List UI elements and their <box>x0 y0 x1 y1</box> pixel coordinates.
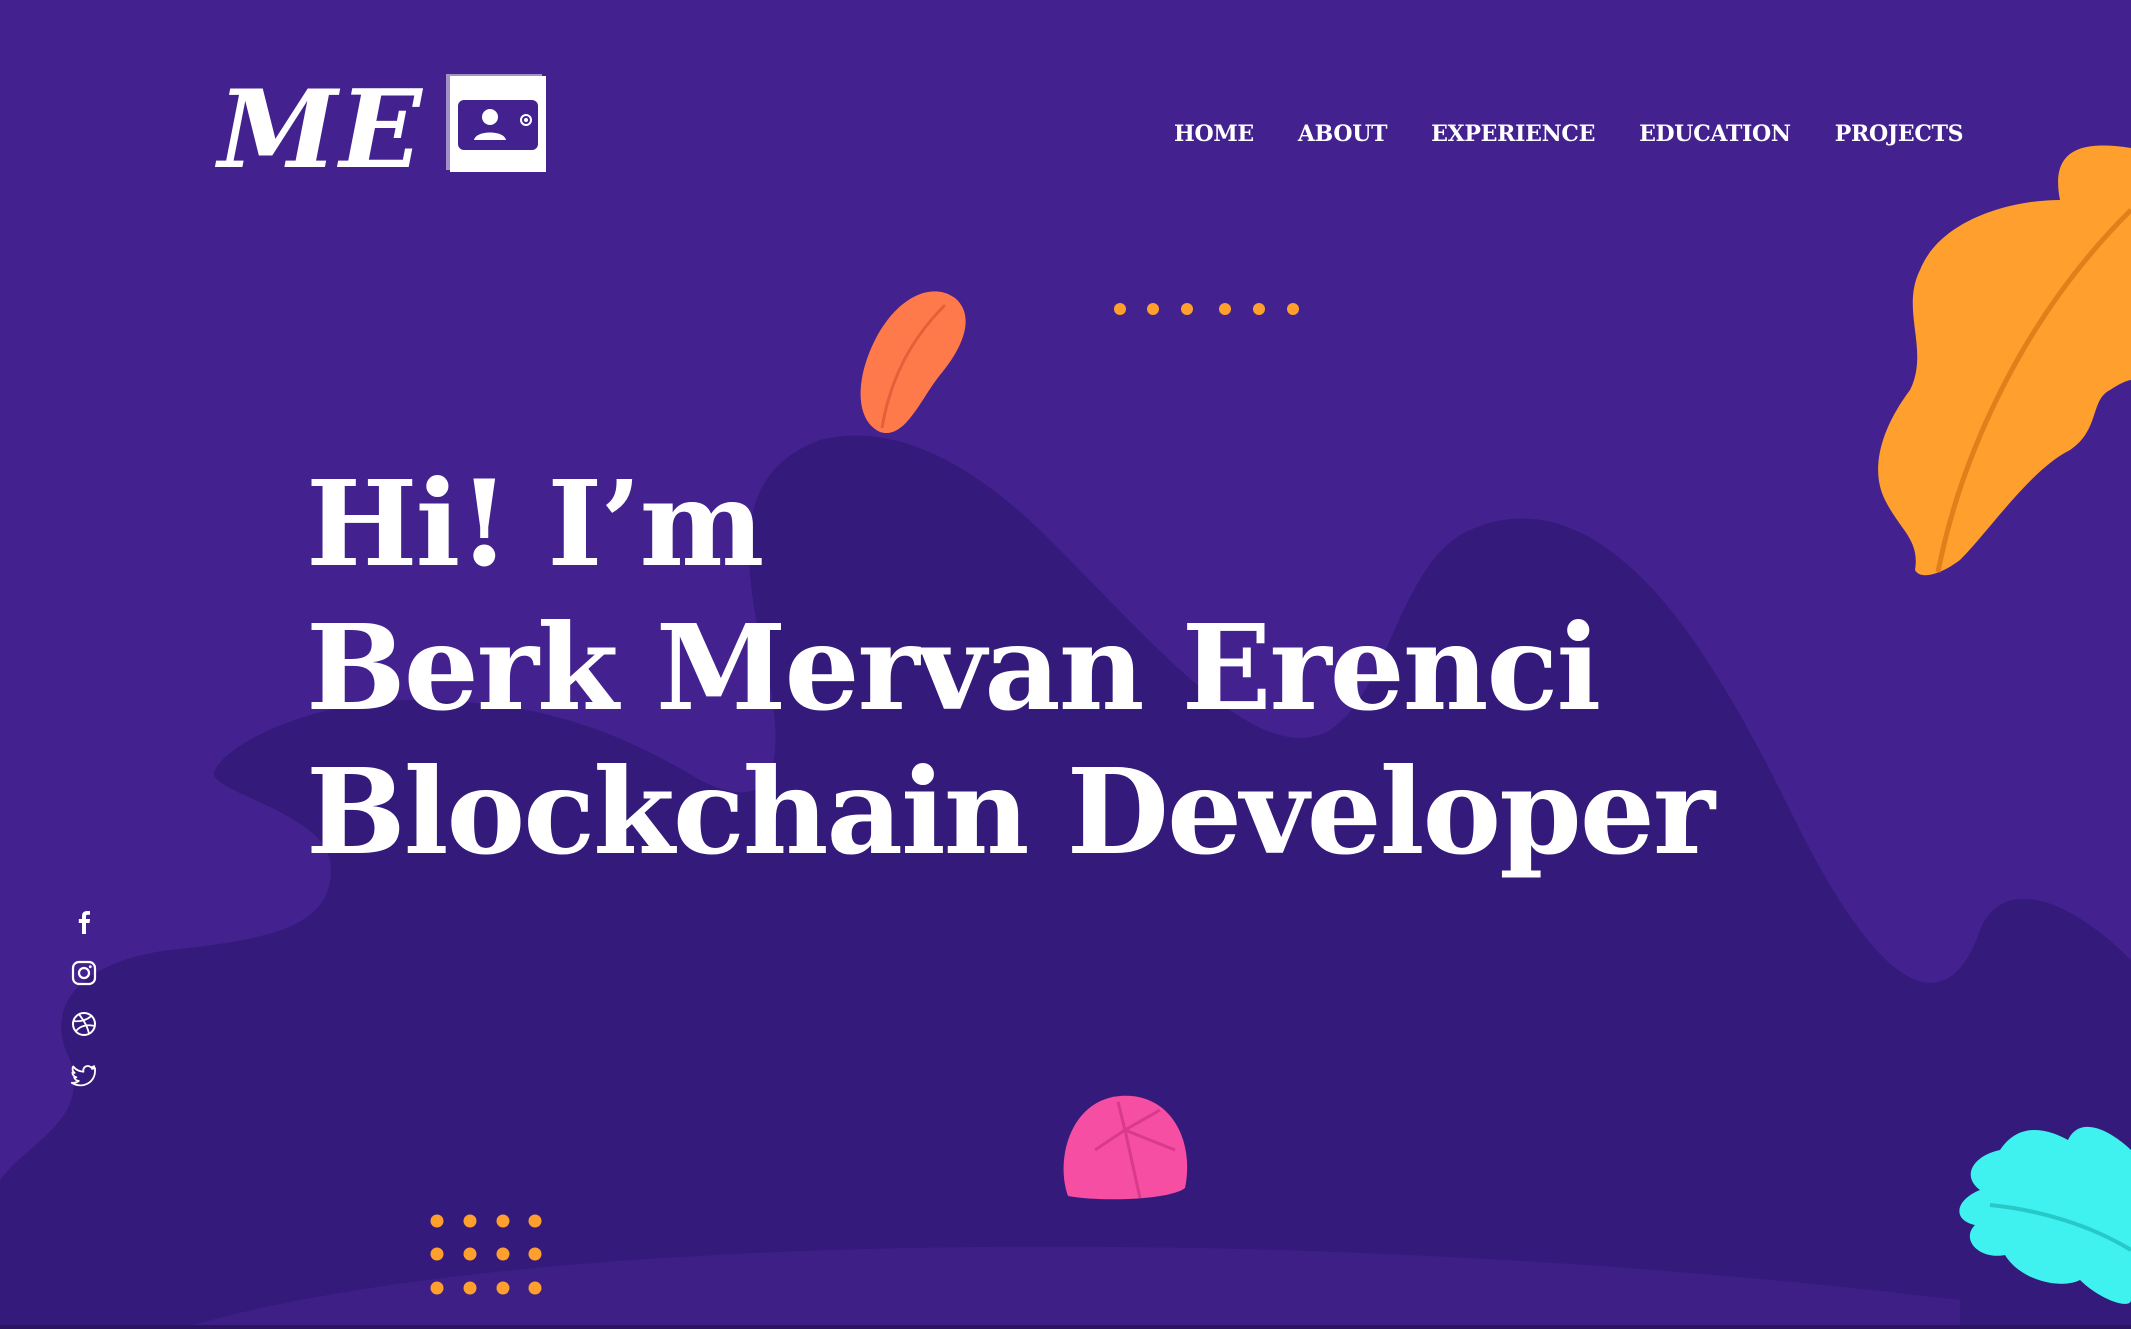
instagram-icon[interactable] <box>70 959 98 987</box>
facebook-icon[interactable] <box>70 908 98 936</box>
nav-about[interactable]: ABOUT <box>1298 118 1388 150</box>
twitter-icon[interactable] <box>70 1061 98 1089</box>
hero-role: Blockchain Developer <box>306 742 1715 881</box>
hero-greeting: Hi! I’m <box>306 454 764 593</box>
logo[interactable]: ME <box>218 67 546 193</box>
orange-leaf <box>1878 145 2131 576</box>
nav-projects[interactable]: PROJECTS <box>1835 118 1964 150</box>
nav-education[interactable]: EDUCATION <box>1639 118 1791 150</box>
nav-home[interactable]: HOME <box>1174 118 1254 150</box>
dots-row <box>1114 303 1299 315</box>
coral-leaf <box>860 291 966 434</box>
id-card-icon <box>442 72 546 178</box>
main-nav: HOME ABOUT EXPERIENCE EDUCATION PROJECTS <box>1174 118 1964 150</box>
hero-name: Berk Mervan Erenci <box>306 598 1601 737</box>
dribbble-icon[interactable] <box>70 1010 98 1038</box>
bottom-divider <box>0 1325 2131 1329</box>
social-links <box>70 908 98 1112</box>
nav-experience[interactable]: EXPERIENCE <box>1431 118 1595 150</box>
page: ME HOME ABOUT EXPERIENCE EDUCATION PROJE… <box>0 0 2131 1329</box>
hero-heading: Hi! I’m Berk Mervan Erenci Blockchain De… <box>306 452 1715 884</box>
logo-text: ME <box>218 67 424 193</box>
